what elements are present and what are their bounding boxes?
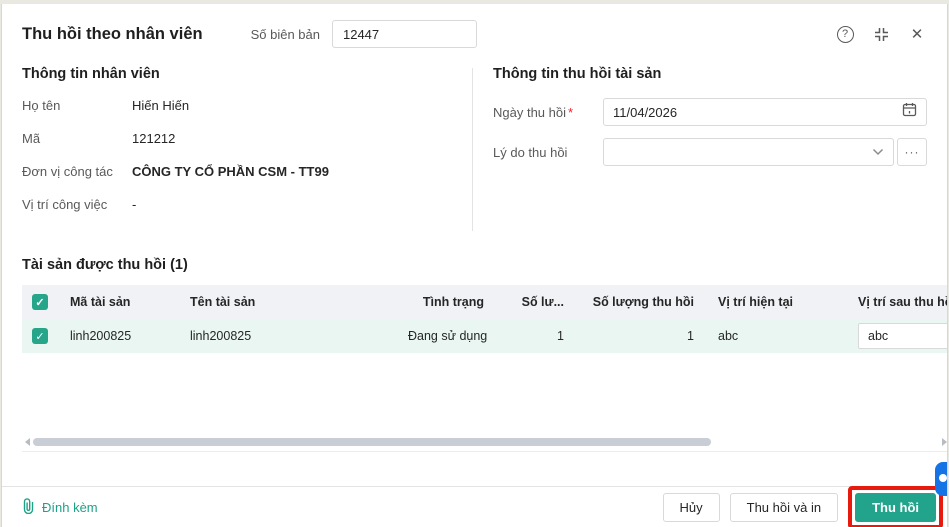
asset-table: ✓ Mã tài sản Tên tài sản Tình trạng Số l… — [22, 285, 948, 452]
close-icon[interactable]: ✕ — [907, 24, 927, 44]
col-current-location: Vị trí hiện tại — [718, 295, 794, 309]
required-mark: * — [568, 104, 574, 120]
recovery-reason-row: Lý do thu hồi ··· — [493, 138, 927, 166]
dialog-footer: Đính kèm Hủy Thu hồi và in Thu hồi — [2, 485, 947, 527]
info-section: Thông tin nhân viên Họ tên Hiến Hiến Mã … — [2, 48, 947, 243]
recovery-reason-label: Lý do thu hồi — [493, 144, 568, 160]
recovery-info-heading: Thông tin thu hồi tài sản — [493, 66, 662, 82]
recover-button[interactable]: Thu hồi — [855, 492, 936, 522]
recovery-date-input[interactable] — [613, 104, 902, 120]
field-department: Đơn vị công tác CÔNG TY CỔ PHẦN CSM - TT… — [22, 164, 452, 179]
scrollbar-thumb[interactable] — [33, 438, 711, 446]
col-after-location: Vị trí sau thu hồi — [858, 295, 948, 309]
cancel-button[interactable]: Hủy — [662, 492, 720, 522]
table-row[interactable]: ✓ linh200825 linh200825 Đang sử dụng 1 1… — [22, 319, 947, 353]
dialog-header: Thu hồi theo nhân viên Số biên bản ? ✕ — [2, 4, 947, 48]
fullname-value: Hiến Hiến — [132, 98, 190, 113]
select-all-checkbox[interactable]: ✓ — [32, 294, 48, 310]
fullname-label: Họ tên — [22, 98, 61, 113]
col-status: Tình trạng — [422, 295, 484, 309]
horizontal-scrollbar[interactable] — [22, 437, 947, 447]
annotation-highlight-box: Thu hồi — [848, 485, 943, 527]
col-asset-code: Mã tài sản — [70, 295, 131, 309]
dialog-title: Thu hồi theo nhân viên — [22, 24, 203, 43]
floating-widget-button[interactable] — [935, 462, 947, 496]
field-code: Mã 121212 — [22, 131, 452, 146]
record-number-input[interactable] — [331, 20, 477, 48]
cell-asset-name: linh200825 — [190, 329, 252, 343]
code-value: 121212 — [132, 131, 176, 146]
code-label: Mã — [22, 131, 41, 146]
recovery-info-panel: Thông tin thu hồi tài sản Ngày thu hồi* — [473, 66, 927, 243]
department-label: Đơn vị công tác — [22, 164, 113, 179]
asset-table-heading: Tài sản được thu hồi (1) — [22, 257, 188, 273]
scroll-right-arrow[interactable] — [942, 438, 947, 446]
recovery-date-row: Ngày thu hồi * — [493, 98, 927, 126]
employee-info-panel: Thông tin nhân viên Họ tên Hiến Hiến Mã … — [22, 66, 472, 243]
recover-by-employee-dialog: Thu hồi theo nhân viên Số biên bản ? ✕ T… — [1, 4, 948, 527]
header-icons: ? ✕ — [835, 24, 927, 44]
select-all-cell: ✓ — [22, 294, 58, 310]
scrollbar-track[interactable] — [33, 438, 939, 446]
cell-quantity-recovered: 1 — [687, 329, 694, 343]
recovery-reason-select[interactable] — [603, 138, 894, 166]
field-fullname: Họ tên Hiến Hiến — [22, 98, 452, 113]
job-position-value: - — [132, 197, 137, 212]
recovery-date-label: Ngày thu hồi * — [493, 104, 574, 120]
cell-current-location: abc — [718, 329, 739, 343]
recovery-date-picker[interactable] — [603, 98, 927, 126]
collapse-icon[interactable] — [871, 24, 891, 44]
col-quantity: Số lư... — [521, 295, 564, 309]
table-header-row: ✓ Mã tài sản Tên tài sản Tình trạng Số l… — [22, 285, 948, 319]
department-value: CÔNG TY CỔ PHẦN CSM - TT99 — [132, 164, 329, 179]
calendar-icon[interactable] — [902, 102, 917, 122]
record-number-group: Số biên bản — [251, 20, 477, 48]
row-checkbox[interactable]: ✓ — [32, 328, 48, 344]
cell-after-location — [846, 323, 947, 349]
after-location-input[interactable] — [858, 323, 947, 349]
attach-label: Đính kèm — [42, 499, 98, 515]
reason-more-button[interactable]: ··· — [897, 138, 927, 166]
help-icon[interactable]: ? — [835, 24, 855, 44]
cell-asset-code: linh200825 — [70, 329, 132, 343]
cell-quantity: 1 — [557, 329, 564, 343]
col-asset-name: Tên tài sản — [190, 295, 256, 309]
scroll-left-arrow[interactable] — [25, 438, 30, 446]
row-select-cell: ✓ — [22, 328, 58, 344]
recover-and-print-button[interactable]: Thu hồi và in — [729, 492, 839, 522]
cell-status: Đang sử dụng — [408, 329, 488, 343]
job-position-label: Vị trí công việc — [22, 197, 108, 212]
footer-buttons: Hủy Thu hồi và in Thu hồi — [662, 485, 943, 527]
record-number-label: Số biên bản — [250, 26, 320, 42]
field-job-position: Vị trí công việc - — [22, 197, 452, 212]
paperclip-icon — [22, 497, 35, 517]
employee-info-heading: Thông tin nhân viên — [22, 66, 160, 82]
col-quantity-recovered: Số lượng thu hồi — [592, 295, 694, 309]
chevron-down-icon[interactable] — [872, 143, 884, 161]
attach-link[interactable]: Đính kèm — [22, 497, 98, 517]
